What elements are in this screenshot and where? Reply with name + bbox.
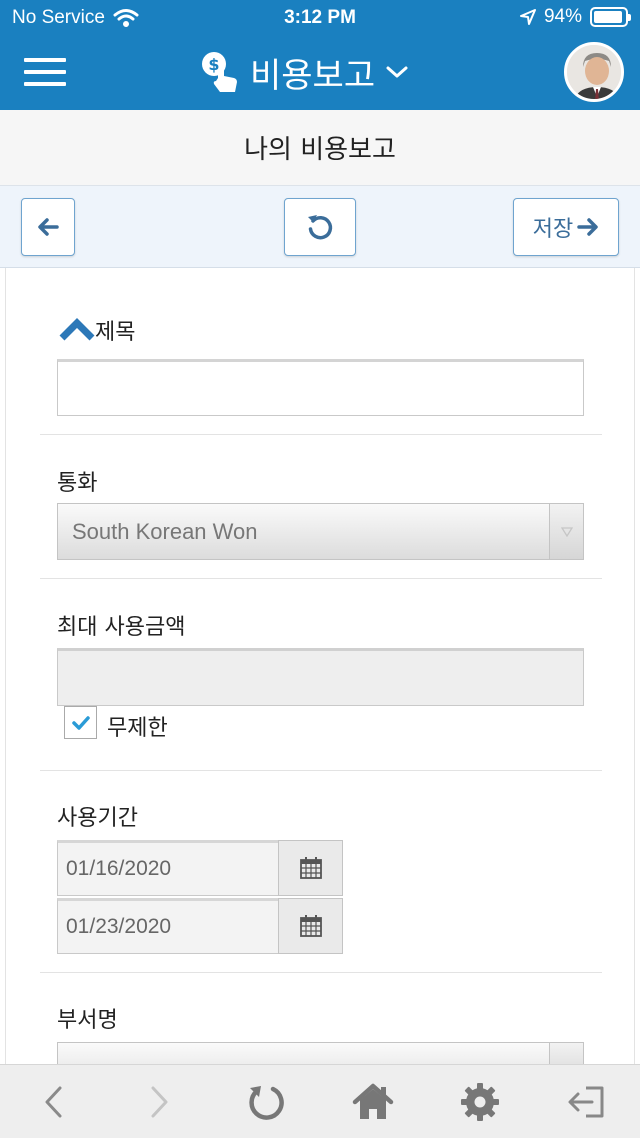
nav-settings-button[interactable]	[456, 1079, 504, 1125]
dept-label: 부서명	[57, 1008, 118, 1033]
bottom-nav	[0, 1064, 640, 1138]
nav-reload-button[interactable]	[242, 1079, 290, 1125]
refresh-icon	[308, 215, 333, 240]
action-toolbar: 저장	[0, 186, 640, 268]
back-icon	[45, 1086, 62, 1118]
app-header: $ 비용보고	[0, 36, 640, 110]
calendar-icon	[299, 915, 322, 937]
user-photo-icon	[567, 45, 621, 99]
nav-back-button[interactable]	[30, 1079, 78, 1125]
battery-percent: 94%	[543, 6, 582, 27]
end-date-picker-button[interactable]	[278, 898, 343, 954]
start-date-picker-button[interactable]	[278, 840, 343, 896]
svg-text:$: $	[208, 55, 219, 74]
battery-icon	[590, 7, 631, 27]
divider	[40, 770, 602, 771]
back-button[interactable]	[21, 198, 75, 256]
chevron-down-icon	[386, 66, 408, 78]
hamburger-icon[interactable]	[24, 58, 66, 86]
arrow-left-icon	[38, 218, 59, 236]
forward-icon	[151, 1086, 168, 1118]
location-arrow-icon	[519, 9, 536, 25]
nav-logout-button[interactable]	[563, 1079, 611, 1125]
page-title: 나의 비용보고	[244, 135, 396, 165]
currency-select[interactable]: South Korean Won	[57, 503, 584, 560]
avatar[interactable]	[564, 42, 624, 102]
divider	[40, 578, 602, 579]
period-label: 사용기간	[57, 806, 138, 831]
collapse-chevron-icon[interactable]	[58, 318, 96, 342]
unlimited-checkbox[interactable]	[64, 706, 97, 739]
status-bar: No Service 3:12 PM 94%	[0, 0, 640, 36]
top-bar: No Service 3:12 PM 94% $ 비용보고	[0, 0, 640, 110]
page-title-bar: 나의 비용보고	[0, 110, 640, 186]
divider	[40, 434, 602, 435]
nav-forward-button[interactable]	[135, 1079, 183, 1125]
checkmark-icon	[71, 715, 90, 730]
currency-value: South Korean Won	[72, 518, 258, 544]
reload-icon	[249, 1086, 284, 1120]
save-button[interactable]: 저장	[513, 198, 619, 256]
arrow-right-icon	[577, 218, 598, 236]
battery-fill	[594, 11, 623, 23]
title-input[interactable]	[57, 359, 584, 416]
start-date-input[interactable]: 01/16/2020	[57, 840, 279, 896]
end-date-input[interactable]: 01/23/2020	[57, 898, 279, 954]
save-label: 저장	[532, 217, 574, 242]
unlimited-label: 무제한	[107, 716, 168, 741]
settings-icon	[461, 1083, 499, 1121]
divider	[40, 972, 602, 973]
refresh-button[interactable]	[284, 198, 356, 256]
max-amount-input[interactable]	[57, 648, 584, 706]
dropdown-triangle-icon	[560, 526, 573, 537]
expense-form: 제목 통화 South Korean Won 최대 사용금액 무제한 사용기간 …	[5, 268, 635, 1064]
currency-label: 통화	[57, 471, 98, 496]
title-label: 제목	[95, 320, 136, 345]
nav-home-button[interactable]	[349, 1079, 397, 1125]
home-icon	[352, 1083, 394, 1119]
dept-select[interactable]	[57, 1042, 584, 1064]
app-title-dropdown[interactable]: $ 비용보고	[200, 44, 409, 100]
logout-icon	[568, 1086, 604, 1118]
calendar-icon	[299, 857, 322, 879]
max-amount-label: 최대 사용금액	[57, 615, 186, 640]
app-title: 비용보고	[250, 55, 376, 96]
money-hand-icon: $	[202, 52, 237, 92]
